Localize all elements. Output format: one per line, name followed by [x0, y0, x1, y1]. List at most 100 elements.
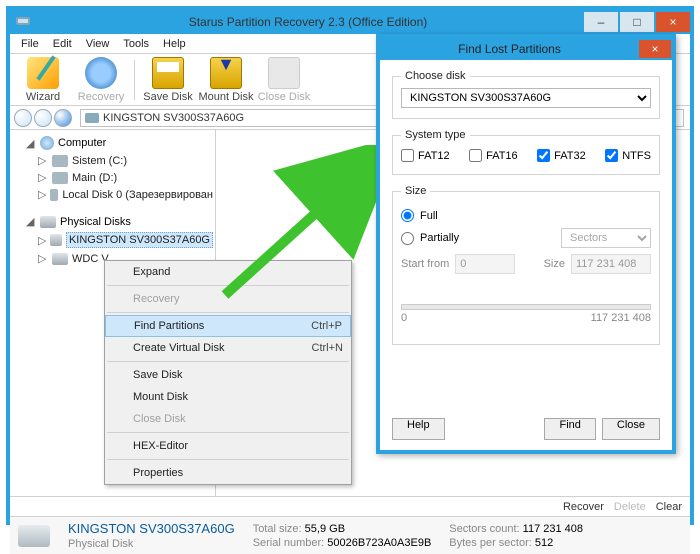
size-legend: Size — [401, 185, 430, 197]
menu-file[interactable]: File — [14, 38, 46, 50]
status-bps-label: Bytes per sector: — [449, 537, 532, 549]
recover-button[interactable]: Recover — [563, 501, 604, 513]
dialog-close-button[interactable]: × — [639, 40, 671, 58]
size-partially-radio[interactable]: Partially Sectors — [401, 228, 651, 248]
status-serial-label: Serial number: — [253, 537, 325, 549]
ctx-findpart-shortcut: Ctrl+P — [311, 320, 342, 332]
dialog-titlebar: Find Lost Partitions × — [380, 38, 672, 60]
ctx-separator — [107, 361, 349, 362]
window-minimize-button[interactable]: – — [584, 12, 618, 32]
choose-disk-legend: Choose disk — [401, 70, 470, 82]
action-bar: Recover Delete Clear — [10, 496, 690, 516]
ctx-save-disk[interactable]: Save Disk — [105, 364, 351, 386]
choose-disk-group: Choose disk KINGSTON SV300S37A60G — [392, 70, 660, 119]
address-text: KINGSTON SV300S37A60G — [103, 112, 244, 124]
app-icon — [14, 12, 34, 32]
system-type-legend: System type — [401, 129, 470, 141]
ctx-createvd-shortcut: Ctrl+N — [312, 342, 343, 354]
status-totalsize-label: Total size: — [253, 523, 302, 535]
close-button[interactable]: Close — [602, 418, 660, 440]
hdd-icon — [50, 234, 61, 246]
range-max-label: 117 231 408 — [591, 312, 651, 324]
status-disk-name: KINGSTON SV300S37A60G — [68, 521, 235, 536]
find-partitions-dialog: Find Lost Partitions × Choose disk KINGS… — [376, 34, 676, 454]
window-close-button[interactable]: × — [656, 12, 690, 32]
status-disk-type: Physical Disk — [68, 538, 235, 550]
size-input — [571, 254, 651, 274]
toolbar-closedisk-button: Close Disk — [255, 57, 313, 103]
window-title: Starus Partition Recovery 2.3 (Office Ed… — [34, 15, 582, 29]
ctx-separator — [107, 285, 349, 286]
ctx-mount-disk[interactable]: Mount Disk — [105, 386, 351, 408]
ctx-close-disk: Close Disk — [105, 408, 351, 430]
tree-kingston[interactable]: ▷KINGSTON SV300S37A60G — [36, 230, 213, 250]
tree-computer[interactable]: ◢Computer — [24, 134, 213, 152]
tree-drive-d[interactable]: ▷Main (D:) — [36, 169, 213, 186]
dialog-title: Find Lost Partitions — [380, 42, 639, 56]
status-sectors-label: Sectors count: — [449, 523, 519, 535]
clear-button[interactable]: Clear — [656, 501, 682, 513]
drive-icon — [52, 172, 68, 184]
drive-icon — [50, 189, 58, 201]
context-menu: Expand Recovery Find PartitionsCtrl+P Cr… — [104, 260, 352, 485]
menu-tools[interactable]: Tools — [116, 38, 156, 50]
ctx-separator — [107, 459, 349, 460]
status-disk-icon — [18, 525, 50, 547]
window-maximize-button[interactable]: □ — [620, 12, 654, 32]
find-button[interactable]: Find — [544, 418, 595, 440]
savedisk-icon — [152, 57, 184, 89]
computer-icon — [40, 136, 54, 150]
status-totalsize-value: 55,9 GB — [305, 523, 345, 535]
disk-select[interactable]: KINGSTON SV300S37A60G — [401, 88, 651, 108]
tree-drive-c[interactable]: ▷Sistem (C:) — [36, 152, 213, 169]
nav-up-button[interactable] — [54, 109, 72, 127]
tree-local-disk-0[interactable]: ▷Local Disk 0 (Зарезервирован — [36, 186, 213, 203]
ctx-hex-editor[interactable]: HEX-Editor — [105, 435, 351, 457]
hdd-icon — [52, 253, 68, 265]
status-sectors-value: 117 231 408 — [523, 523, 583, 535]
mountdisk-icon — [210, 57, 242, 89]
status-bps-value: 512 — [535, 537, 553, 549]
menu-help[interactable]: Help — [156, 38, 193, 50]
ctx-expand[interactable]: Expand — [105, 261, 351, 283]
sectors-select: Sectors — [561, 228, 651, 248]
toolbar-mountdisk-button[interactable]: Mount Disk — [197, 57, 255, 103]
ctx-separator — [107, 312, 349, 313]
size-label: Size — [544, 258, 565, 270]
ctx-create-virtual-disk[interactable]: Create Virtual DiskCtrl+N — [105, 337, 351, 359]
closedisk-icon — [268, 57, 300, 89]
help-button[interactable]: Help — [392, 418, 445, 440]
menu-edit[interactable]: Edit — [46, 38, 79, 50]
fat16-checkbox[interactable]: FAT16 — [469, 149, 518, 162]
ctx-properties[interactable]: Properties — [105, 462, 351, 484]
ctx-separator — [107, 432, 349, 433]
range-slider[interactable]: 0 117 231 408 — [401, 304, 651, 322]
status-bar: KINGSTON SV300S37A60G Physical Disk Tota… — [10, 516, 690, 554]
fat12-checkbox[interactable]: FAT12 — [401, 149, 450, 162]
toolbar-recovery-button: Recovery — [72, 57, 130, 103]
titlebar: Starus Partition Recovery 2.3 (Office Ed… — [10, 10, 690, 34]
delete-button: Delete — [614, 501, 646, 513]
tree-physical-disks[interactable]: ◢Physical Disks — [24, 213, 213, 230]
status-serial-value: 50026B723A0A3E9B — [327, 537, 431, 549]
ntfs-checkbox[interactable]: NTFS — [605, 149, 651, 162]
range-min-label: 0 — [401, 312, 407, 324]
size-full-radio[interactable]: Full — [401, 209, 651, 222]
toolbar-wizard-button[interactable]: Wizard — [14, 57, 72, 103]
size-group: Size Full Partially Sectors Start from S… — [392, 185, 660, 345]
nav-forward-button[interactable] — [34, 109, 52, 127]
ctx-recovery: Recovery — [105, 288, 351, 310]
system-type-group: System type FAT12 FAT16 FAT32 NTFS — [392, 129, 660, 175]
physical-disks-icon — [40, 216, 56, 228]
menu-view[interactable]: View — [79, 38, 117, 50]
wizard-icon — [27, 57, 59, 89]
fat32-checkbox[interactable]: FAT32 — [537, 149, 586, 162]
drive-icon — [52, 155, 68, 167]
ctx-find-partitions[interactable]: Find PartitionsCtrl+P — [105, 315, 351, 337]
toolbar-separator — [134, 60, 135, 100]
startfrom-label: Start from — [401, 258, 449, 270]
toolbar-savedisk-button[interactable]: Save Disk — [139, 57, 197, 103]
disk-icon — [85, 113, 99, 123]
recovery-icon — [85, 57, 117, 89]
nav-back-button[interactable] — [14, 109, 32, 127]
